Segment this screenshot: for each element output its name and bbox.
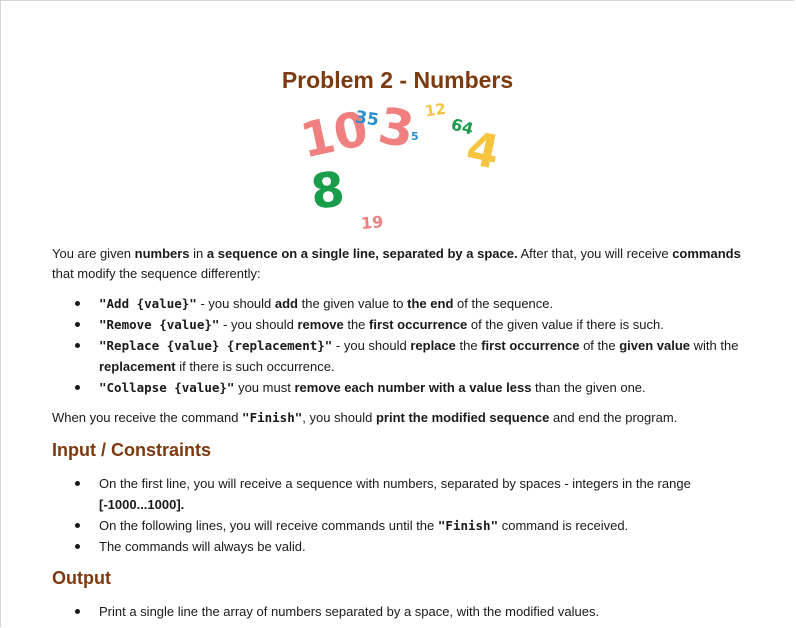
command-syntax: "Collapse {value}" [99, 380, 235, 395]
input-text: On the following lines, you will receive… [99, 518, 438, 533]
bullet-icon [75, 322, 80, 327]
art-number: 8 [308, 161, 348, 221]
command-text: of the given value if there is such. [467, 317, 664, 332]
command-bold: first occurrence [369, 317, 468, 332]
command-bold: replace [410, 338, 456, 353]
command-text: than the given one. [531, 380, 646, 395]
bullet-icon [75, 609, 80, 614]
command-bold: first occurrence [481, 338, 580, 353]
intro-bold: a sequence on a single line, separated b… [206, 246, 518, 261]
input-heading: Input / Constraints [52, 440, 211, 460]
command-text: of the sequence. [453, 296, 554, 311]
command-item-replace: "Replace {value} {replacement}" - you sh… [71, 335, 751, 377]
command-list: "Add {value}" - you should add the given… [71, 293, 751, 398]
output-list: Print a single line the array of numbers… [71, 601, 751, 622]
command-item-remove: "Remove {value}" - you should remove the… [71, 314, 751, 335]
input-text: The commands will always be valid. [99, 539, 306, 554]
intro-text: in [189, 246, 207, 261]
intro-paragraph: You are given numbers in a sequence on a… [52, 244, 752, 284]
art-number: 19 [360, 212, 385, 233]
finish-paragraph: When you receive the command "Finish", y… [52, 408, 752, 428]
document-page: Problem 2 - Numbers 10 35 3 5 12 64 4 8 … [0, 0, 794, 627]
command-text: the [343, 317, 370, 332]
command-bold: given value [619, 338, 691, 353]
finish-text: and end the program. [549, 410, 678, 425]
command-bold: add [274, 296, 299, 311]
output-heading: Output [52, 568, 111, 588]
art-number: 35 [353, 107, 381, 131]
command-text: - you should [219, 317, 298, 332]
command-syntax: "Remove {value}" [99, 317, 220, 332]
command-text: you must [234, 380, 295, 395]
command-text: the given value to [298, 296, 408, 311]
art-number: 3 [374, 96, 419, 160]
finish-text: When you receive the command [52, 410, 243, 425]
output-item: Print a single line the array of numbers… [71, 601, 751, 622]
command-item-add: "Add {value}" - you should add the given… [71, 293, 751, 314]
input-text: command is received. [498, 518, 629, 533]
art-number: 5 [411, 130, 419, 143]
command-text: if there is such occurrence. [175, 359, 335, 374]
bullet-icon [75, 523, 80, 528]
bullet-icon [75, 544, 80, 549]
finish-bold: print the modified sequence [375, 410, 550, 425]
intro-bold: numbers [134, 246, 190, 261]
intro-text: After that, you will receive [517, 246, 673, 261]
bullet-icon [75, 301, 80, 306]
input-item: The commands will always be valid. [71, 536, 751, 557]
bullet-icon [75, 481, 80, 486]
numbers-illustration: 10 35 3 5 12 64 4 8 19 [291, 96, 521, 241]
command-bold: remove [297, 317, 344, 332]
bullet-icon [75, 343, 80, 348]
bullet-icon [75, 385, 80, 390]
output-text: Print a single line the array of numbers… [99, 604, 600, 619]
command-text: with the [690, 338, 739, 353]
input-bold: [-1000...1000]. [99, 497, 185, 512]
intro-text: that modify the sequence differently: [52, 266, 261, 281]
command-bold: replacement [99, 359, 176, 374]
command-bold: the end [407, 296, 454, 311]
command-syntax: "Add {value}" [99, 296, 197, 311]
input-text: On the first line, you will receive a se… [99, 476, 691, 491]
input-item: On the first line, you will receive a se… [71, 473, 751, 515]
command-text: of the [579, 338, 620, 353]
intro-text: You are given [52, 246, 135, 261]
command-bold: remove each number with a value less [294, 380, 532, 395]
command-text: - you should [196, 296, 275, 311]
input-list: On the first line, you will receive a se… [71, 473, 751, 557]
finish-command: "Finish" [242, 410, 303, 425]
finish-command: "Finish" [437, 518, 499, 533]
page-title: Problem 2 - Numbers [281, 67, 514, 93]
command-syntax: "Replace {value} {replacement}" [99, 338, 333, 353]
command-item-collapse: "Collapse {value}" you must remove each … [71, 377, 751, 398]
input-item: On the following lines, you will receive… [71, 515, 751, 536]
finish-text: , you should [302, 410, 376, 425]
command-text: - you should [332, 338, 411, 353]
art-number: 12 [423, 99, 447, 121]
command-text: the [455, 338, 482, 353]
intro-bold: commands [672, 246, 741, 261]
